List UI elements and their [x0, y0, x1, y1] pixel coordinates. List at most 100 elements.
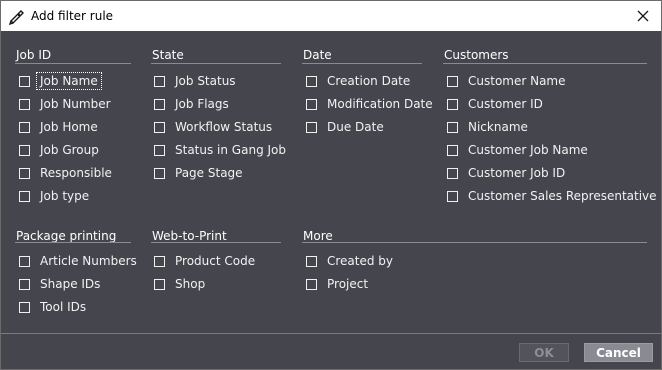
checkbox-label: Nickname — [468, 120, 528, 134]
checkbox-box[interactable] — [19, 278, 30, 290]
section-header-customers: Customers — [444, 48, 509, 62]
checkbox-box[interactable] — [154, 98, 165, 110]
title-bar: Add filter rule — [1, 1, 661, 31]
checkbox-created-by[interactable]: Created by — [306, 253, 393, 269]
section-header-web-to-print: Web-to-Print — [152, 229, 227, 243]
checkbox-box[interactable] — [19, 255, 30, 267]
checkbox-box[interactable] — [19, 75, 30, 87]
checkbox-job-status[interactable]: Job Status — [154, 73, 236, 89]
pen-nib-icon — [8, 10, 24, 25]
checkbox-customer-sales-representative[interactable]: Customer Sales Representative — [447, 188, 657, 204]
add-filter-rule-dialog: Add filter rule Job ID Job Name Job Numb… — [0, 0, 662, 370]
checkbox-job-number[interactable]: Job Number — [19, 96, 111, 112]
checkbox-label: Job type — [40, 189, 90, 203]
footer-divider — [1, 333, 661, 334]
checkbox-due-date[interactable]: Due Date — [306, 119, 384, 135]
checkbox-box[interactable] — [19, 121, 30, 133]
checkbox-label: Customer Job Name — [468, 143, 588, 157]
checkbox-box[interactable] — [306, 121, 317, 133]
checkbox-customer-id[interactable]: Customer ID — [447, 96, 543, 112]
checkbox-box[interactable] — [19, 301, 30, 313]
checkbox-box[interactable] — [154, 144, 165, 156]
checkbox-tool-ids[interactable]: Tool IDs — [19, 299, 86, 315]
checkbox-label: Shop — [175, 277, 206, 291]
checkbox-box[interactable] — [447, 190, 458, 202]
checkbox-customer-job-name[interactable]: Customer Job Name — [447, 142, 588, 158]
checkbox-box[interactable] — [154, 121, 165, 133]
checkbox-box[interactable] — [447, 167, 458, 179]
checkbox-job-home[interactable]: Job Home — [19, 119, 98, 135]
checkbox-job-group[interactable]: Job Group — [19, 142, 99, 158]
checkbox-box[interactable] — [447, 75, 458, 87]
checkbox-project[interactable]: Project — [306, 276, 368, 292]
checkbox-box[interactable] — [154, 167, 165, 179]
checkbox-box[interactable] — [19, 167, 30, 179]
checkbox-nickname[interactable]: Nickname — [447, 119, 528, 135]
checkbox-label: Workflow Status — [175, 120, 273, 134]
checkbox-box[interactable] — [306, 75, 317, 87]
section-header-state: State — [152, 48, 184, 62]
checkbox-customer-job-id[interactable]: Customer Job ID — [447, 165, 565, 181]
checkbox-label: Created by — [327, 254, 394, 268]
checkbox-box[interactable] — [19, 144, 30, 156]
checkbox-label: Job Number — [40, 97, 111, 111]
checkbox-label: Product Code — [175, 254, 256, 268]
checkbox-label: Job Flags — [175, 97, 229, 111]
checkbox-shop[interactable]: Shop — [154, 276, 205, 292]
checkbox-label: Customer ID — [468, 97, 543, 111]
checkbox-article-numbers[interactable]: Article Numbers — [19, 253, 137, 269]
close-icon[interactable] — [633, 6, 653, 26]
section-divider — [151, 63, 281, 64]
checkbox-box[interactable] — [154, 75, 165, 87]
window-title: Add filter rule — [31, 9, 114, 23]
checkbox-page-stage[interactable]: Page Stage — [154, 165, 243, 181]
checkbox-workflow-status[interactable]: Workflow Status — [154, 119, 272, 135]
checkbox-box[interactable] — [19, 98, 30, 110]
checkbox-label: Modification Date — [327, 97, 433, 111]
checkbox-job-type[interactable]: Job type — [19, 188, 89, 204]
checkbox-label: Tool IDs — [40, 300, 87, 314]
section-divider — [15, 63, 131, 64]
checkbox-label: Due Date — [327, 120, 384, 134]
checkbox-box[interactable] — [447, 98, 458, 110]
checkbox-box[interactable] — [154, 255, 165, 267]
checkbox-label: Job Home — [40, 120, 98, 134]
checkbox-label: Responsible — [40, 166, 112, 180]
checkbox-label: Job Group — [40, 143, 99, 157]
checkbox-product-code[interactable]: Product Code — [154, 253, 255, 269]
section-header-package-printing: Package printing — [16, 229, 117, 243]
checkbox-label: Job Name — [36, 72, 102, 90]
section-header-more: More — [303, 229, 333, 243]
section-header-date: Date — [303, 48, 332, 62]
checkbox-shape-ids[interactable]: Shape IDs — [19, 276, 100, 292]
checkbox-label: Article Numbers — [40, 254, 137, 268]
checkbox-box[interactable] — [19, 190, 30, 202]
checkbox-box[interactable] — [154, 278, 165, 290]
checkbox-modification-date[interactable]: Modification Date — [306, 96, 433, 112]
section-divider — [15, 242, 131, 243]
section-divider — [151, 242, 281, 243]
section-header-job-id: Job ID — [16, 48, 52, 62]
checkbox-customer-name[interactable]: Customer Name — [447, 73, 566, 89]
checkbox-status-in-gang-job[interactable]: Status in Gang Job — [154, 142, 286, 158]
section-divider — [443, 63, 647, 64]
checkbox-creation-date[interactable]: Creation Date — [306, 73, 410, 89]
checkbox-label: Project — [327, 277, 369, 291]
checkbox-label: Page Stage — [175, 166, 243, 180]
ok-button[interactable]: OK — [519, 343, 569, 362]
checkbox-label: Customer Name — [468, 74, 566, 88]
checkbox-box[interactable] — [306, 255, 317, 267]
checkbox-job-flags[interactable]: Job Flags — [154, 96, 229, 112]
checkbox-label: Job Status — [175, 74, 236, 88]
checkbox-label: Shape IDs — [40, 277, 101, 291]
checkbox-box[interactable] — [447, 144, 458, 156]
dialog-content: Job ID Job Name Job Number Job Home Job … — [1, 31, 661, 369]
checkbox-job-name[interactable]: Job Name — [19, 72, 102, 90]
checkbox-box[interactable] — [447, 121, 458, 133]
section-divider — [302, 63, 422, 64]
checkbox-box[interactable] — [306, 278, 317, 290]
checkbox-box[interactable] — [306, 98, 317, 110]
checkbox-label: Customer Sales Representative — [468, 189, 657, 203]
cancel-button[interactable]: Cancel — [584, 343, 653, 362]
checkbox-responsible[interactable]: Responsible — [19, 165, 112, 181]
